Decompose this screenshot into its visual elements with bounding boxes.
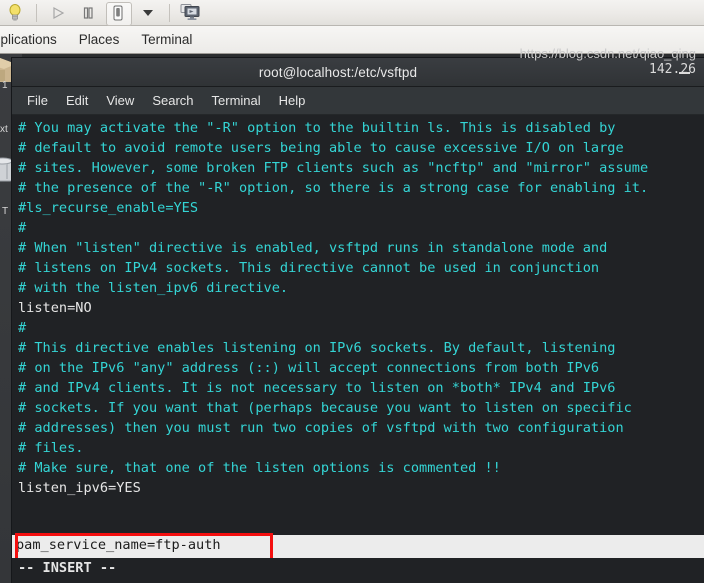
terminal-line: # — [18, 320, 27, 336]
menu-terminal[interactable]: Terminal — [203, 88, 270, 114]
terminal-line: # files. — [18, 440, 84, 456]
trash-label: T — [2, 206, 9, 217]
play-icon[interactable] — [43, 1, 73, 25]
terminal-line: # Make sure, that one of the listen opti… — [18, 460, 501, 476]
terminal-line: #ls_recurse_enable=YES — [18, 200, 199, 216]
menu-edit[interactable]: Edit — [57, 88, 97, 114]
terminal-line: # When "listen" directive is enabled, vs… — [18, 240, 608, 256]
terminal-line: # and IPv4 clients. It is not necessary … — [18, 380, 616, 396]
watermark-url: https://blog.csdn.net/qiao_qing — [519, 46, 696, 61]
toolbar-separator-2 — [169, 3, 170, 22]
menu-file[interactable]: File — [18, 88, 57, 114]
terminal-line: # You may activate the "-R" option to th… — [18, 120, 616, 136]
terminal-line-list: # You may activate the "-R" option to th… — [14, 118, 704, 518]
panel-menu-places[interactable]: Places — [68, 26, 131, 53]
terminal-line: listen=NO — [18, 300, 92, 316]
terminal-window: root@localhost:/etc/vsftpd File Edit Vie… — [12, 46, 704, 583]
terminal-line: # addresses) then you must run two copie… — [18, 420, 624, 436]
terminal-line: # listens on IPv4 sockets. This directiv… — [18, 260, 600, 276]
terminal-menubar: File Edit View Search Terminal Help — [12, 87, 704, 115]
terminal-line: # sockets. If you want that (perhaps bec… — [18, 400, 632, 416]
terminal-title: root@localhost:/etc/vsftpd — [258, 64, 418, 80]
watermark-coords: 142.26 — [649, 62, 696, 77]
terminal-line: # the presence of the "-R" option, so th… — [18, 180, 649, 196]
terminal-line: # default to avoid remote users being ab… — [18, 140, 624, 156]
terminal-line: # with the listen_ipv6 directive. — [18, 280, 289, 296]
vmware-toolbar — [0, 0, 704, 26]
power-icon[interactable] — [103, 1, 133, 26]
text-file-label: xt — [0, 124, 8, 135]
menu-search[interactable]: Search — [143, 88, 202, 114]
terminal-line: # sites. However, some broken FTP client… — [18, 160, 649, 176]
terminal-line: listen_ipv6=YES — [18, 480, 141, 496]
terminal-line: # on the IPv6 "any" address (::) will ac… — [18, 360, 600, 376]
panel-menu-terminal[interactable]: Terminal — [130, 26, 203, 53]
vim-status-bar: -- INSERT -- — [12, 558, 704, 583]
vim-mode-indicator: -- INSERT -- — [18, 560, 117, 576]
terminal-line: # — [18, 220, 27, 236]
menu-help[interactable]: Help — [270, 88, 315, 114]
terminal-line: # This directive enables listening on IP… — [18, 340, 616, 356]
pause-icon[interactable] — [73, 1, 103, 25]
highlight-line: pam_service_name=ftp-auth — [16, 537, 221, 553]
panel-menu-applications[interactable]: Applications — [0, 26, 68, 53]
terminal-text-area[interactable]: # You may activate the "-R" option to th… — [12, 115, 704, 582]
toolbar-separator-1 — [36, 3, 37, 22]
monitor-icon[interactable] — [176, 1, 206, 25]
menu-view[interactable]: View — [97, 88, 143, 114]
dropdown-caret-icon[interactable] — [133, 1, 163, 25]
watermark: https://blog.csdn.net/qiao_qing 142.26 — [520, 46, 696, 78]
home-folder-label: 1 — [2, 80, 8, 91]
hint-lightbulb-icon[interactable] — [0, 1, 30, 25]
